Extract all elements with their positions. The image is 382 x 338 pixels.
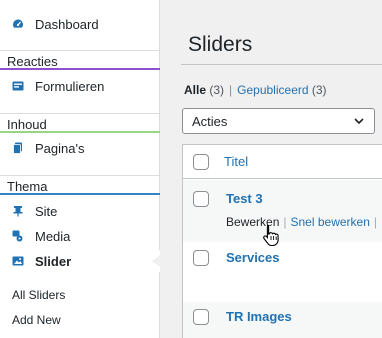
sidebar-item-paginas[interactable]: Pagina's (0, 137, 160, 159)
section-header-reacties: Reacties (0, 50, 160, 70)
sidebar-item-label: Dashboard (35, 16, 99, 32)
sidebar-item-slider[interactable]: Slider (0, 250, 160, 272)
row-checkbox[interactable] (193, 250, 209, 266)
table-row: Services (183, 242, 382, 302)
current-menu-arrow (152, 255, 160, 267)
sidebar-item-label: Site (35, 203, 58, 219)
pages-icon (12, 142, 24, 154)
sidebar-item-site[interactable]: Site (0, 200, 160, 222)
filter-published[interactable]: Gepubliceerd (3) (237, 83, 326, 97)
sidebar-item-media[interactable]: Media (0, 225, 160, 247)
table-row: Test 3 Bewerken | Snel bewerken | (183, 180, 382, 242)
section-header-thema: Thema (0, 175, 160, 195)
main-content: Sliders Alle (3) | Gepubliceerd (3) Acties… (161, 0, 382, 338)
sidebar-item-formulieren[interactable]: Formulieren (0, 75, 160, 97)
bulk-actions-select[interactable]: Acties (182, 108, 375, 134)
filter-all-count: (3) (209, 83, 225, 97)
section-header-inhoud: Inhoud (0, 113, 160, 133)
table-header: Titel (183, 145, 382, 179)
action-separator: | (373, 215, 378, 229)
row-title-link[interactable]: Services (226, 250, 280, 265)
section-label: Thema (7, 179, 48, 194)
status-filters: Alle (3) | Gepubliceerd (3) (184, 83, 327, 97)
sidebar-item-label: Pagina's (35, 140, 85, 156)
submenu-add-new[interactable]: Add New (12, 313, 61, 327)
row-title-link[interactable]: Test 3 (226, 191, 263, 206)
hand-pointer-icon (263, 224, 279, 246)
sidebar-item-label: Slider (35, 253, 72, 269)
sliders-table: Titel Test 3 Bewerken | Snel bewerken | Ser… (182, 144, 382, 338)
table-row: TR Images (183, 302, 382, 338)
admin-sidebar: Dashboard Reacties Formulieren Inhoud Pa… (0, 0, 160, 338)
action-quick-edit[interactable]: Snel bewerken (291, 215, 370, 229)
section-label: Reacties (7, 54, 58, 69)
row-checkbox[interactable] (193, 309, 209, 325)
page-title: Sliders (188, 33, 253, 56)
action-separator: | (283, 215, 287, 229)
section-label: Inhoud (7, 117, 47, 132)
pin-icon (12, 205, 24, 217)
sidebar-item-label: Media (35, 228, 71, 244)
submenu-all-sliders[interactable]: All Sliders (12, 288, 65, 302)
filter-published-label: Gepubliceerd (237, 83, 309, 97)
row-actions: Bewerken | Snel bewerken | (226, 215, 381, 229)
row-checkbox[interactable] (193, 191, 209, 207)
select-all-checkbox[interactable] (193, 154, 209, 170)
slider-icon (12, 255, 24, 267)
chevron-down-icon (354, 118, 364, 125)
filter-published-count: (3) (311, 83, 327, 97)
dashboard-icon (12, 18, 24, 30)
sidebar-item-label: Formulieren (35, 78, 105, 94)
column-header-title[interactable]: Titel (224, 154, 248, 169)
row-title-link[interactable]: TR Images (226, 309, 292, 324)
sidebar-item-dashboard[interactable]: Dashboard (0, 13, 160, 35)
filter-all-label: Alle (184, 83, 207, 97)
media-icon (12, 230, 24, 242)
title-divider (181, 64, 382, 65)
forms-icon (12, 80, 24, 92)
filter-separator: | (229, 83, 233, 97)
filter-all[interactable]: Alle (3) (184, 83, 224, 97)
bulk-actions-value: Acties (192, 114, 228, 129)
